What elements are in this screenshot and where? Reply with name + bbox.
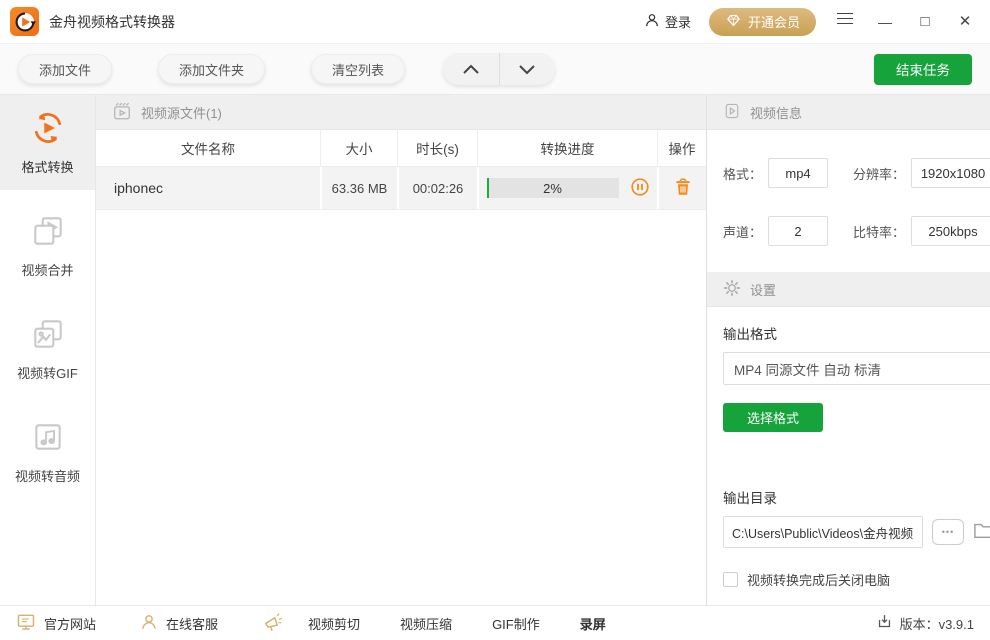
file-name: iphonec bbox=[96, 167, 320, 209]
channels-value: 2 bbox=[768, 216, 828, 246]
footer: 官方网站 在线客服 视频剪切 视频压缩 GIF制作 录屏 bbox=[0, 605, 990, 640]
sidebar-item-label: 视频转GIF bbox=[17, 363, 78, 382]
file-size: 63.36 MB bbox=[320, 167, 397, 209]
source-files-header: 视频源文件(1) bbox=[96, 95, 706, 130]
login-button[interactable]: 登录 bbox=[644, 12, 691, 31]
video-file-icon bbox=[723, 102, 741, 123]
trash-icon bbox=[673, 177, 693, 200]
gem-icon bbox=[725, 12, 742, 32]
download-icon bbox=[876, 613, 893, 633]
browse-button[interactable]: ••• bbox=[932, 519, 964, 545]
output-format-value[interactable]: MP4 同源文件 自动 标清 bbox=[723, 352, 990, 385]
output-dir-value[interactable]: C:\Users\Public\Videos\金舟视频 bbox=[723, 516, 923, 548]
online-service-link[interactable]: 在线客服 bbox=[140, 613, 218, 634]
format-label: 格式： bbox=[723, 164, 762, 183]
column-header-name: 文件名称 bbox=[96, 130, 320, 166]
version-label: 版本：v3.9.1 bbox=[900, 614, 974, 633]
video-to-gif-icon bbox=[30, 316, 66, 355]
app-identity: 金舟视频格式转换器 bbox=[10, 7, 175, 36]
app-logo-icon bbox=[10, 7, 39, 36]
column-header-duration: 时长(s) bbox=[397, 130, 477, 166]
bitrate-label: 比特率： bbox=[853, 222, 905, 241]
output-dir-row: C:\Users\Public\Videos\金舟视频 ••• bbox=[723, 516, 990, 548]
open-folder-button[interactable] bbox=[973, 520, 990, 545]
chevron-up-icon bbox=[462, 64, 480, 75]
sidebar-item-video-merge[interactable]: 视频合并 bbox=[0, 198, 95, 293]
column-header-progress: 转换进度 bbox=[477, 130, 657, 166]
vip-upgrade-button[interactable]: 开通会员 bbox=[709, 8, 816, 36]
output-format-label: 输出格式 bbox=[723, 323, 990, 343]
resolution-label: 分辨率： bbox=[853, 164, 905, 183]
settings-header: 设置 bbox=[707, 272, 990, 307]
minimize-button[interactable]: — bbox=[874, 11, 896, 33]
clear-list-button[interactable]: 清空列表 bbox=[311, 54, 405, 84]
footer-link-video-cut[interactable]: 视频剪切 bbox=[308, 614, 360, 633]
progress-percent: 2% bbox=[487, 178, 619, 198]
sidebar-item-label: 视频合并 bbox=[21, 260, 73, 279]
video-to-audio-icon bbox=[30, 419, 66, 458]
monitor-icon bbox=[16, 612, 36, 635]
shutdown-checkbox-label: 视频转换完成后关闭电脑 bbox=[747, 570, 890, 589]
titlebar-controls: 登录 开通会员 — □ ✕ bbox=[644, 8, 976, 36]
right-panel: 视频信息 格式： mp4 分辨率： 1920x1080 声道： bbox=[706, 95, 990, 605]
progress-cell: 2% bbox=[477, 167, 657, 209]
close-button[interactable]: ✕ bbox=[954, 11, 976, 33]
user-icon bbox=[644, 12, 660, 31]
choose-format-button[interactable]: 选择格式 bbox=[723, 403, 823, 432]
folder-icon bbox=[973, 520, 990, 540]
column-header-actions: 操作 bbox=[657, 130, 706, 166]
resolution-value: 1920x1080 bbox=[911, 158, 990, 188]
add-folder-button[interactable]: 添加文件夹 bbox=[158, 54, 265, 84]
promo-tools bbox=[262, 611, 284, 636]
maximize-button[interactable]: □ bbox=[914, 11, 936, 33]
reorder-control bbox=[443, 53, 555, 85]
clapperboard-icon bbox=[112, 101, 132, 124]
ellipsis-icon: ••• bbox=[942, 527, 954, 537]
sidebar-item-label: 视频转音频 bbox=[15, 466, 80, 485]
pause-button[interactable] bbox=[630, 177, 650, 200]
column-header-size: 大小 bbox=[320, 130, 397, 166]
settings-body: 输出格式 MP4 同源文件 自动 标清 选择格式 输出目录 C:\Users\P… bbox=[707, 307, 990, 605]
add-file-button[interactable]: 添加文件 bbox=[18, 54, 112, 84]
app-title: 金舟视频格式转换器 bbox=[49, 12, 175, 32]
shutdown-option[interactable]: 视频转换完成后关闭电脑 bbox=[723, 570, 990, 589]
file-list-panel: 视频源文件(1) 文件名称 大小 时长(s) 转换进度 操作 iphonec 6… bbox=[96, 95, 706, 605]
end-task-button[interactable]: 结束任务 bbox=[874, 54, 972, 85]
sidebar: 格式转换 视频合并 bbox=[0, 95, 96, 605]
move-up-button[interactable] bbox=[443, 53, 500, 85]
menu-icon[interactable] bbox=[834, 9, 856, 33]
footer-link-screen-record[interactable]: 录屏 bbox=[580, 614, 606, 633]
toolbar: 添加文件 添加文件夹 清空列表 结束任务 bbox=[0, 44, 990, 95]
chevron-down-icon bbox=[518, 64, 536, 75]
video-merge-icon bbox=[30, 213, 66, 252]
shutdown-checkbox[interactable] bbox=[723, 572, 738, 587]
video-info-header: 视频信息 bbox=[707, 95, 990, 130]
megaphone-icon bbox=[262, 611, 284, 636]
version-info[interactable]: 版本：v3.9.1 bbox=[876, 613, 974, 633]
file-list-empty-area bbox=[96, 210, 706, 605]
headset-person-icon bbox=[140, 613, 158, 634]
footer-link-gif-maker[interactable]: GIF制作 bbox=[492, 614, 540, 633]
channels-label: 声道： bbox=[723, 222, 762, 241]
gear-icon bbox=[723, 279, 741, 300]
move-down-button[interactable] bbox=[500, 53, 556, 85]
sidebar-item-format-convert[interactable]: 格式转换 bbox=[0, 95, 95, 190]
file-duration: 00:02:26 bbox=[397, 167, 477, 209]
format-convert-icon bbox=[30, 110, 66, 149]
table-header: 文件名称 大小 时长(s) 转换进度 操作 bbox=[96, 130, 706, 167]
format-value: mp4 bbox=[768, 158, 828, 188]
sidebar-item-video-to-audio[interactable]: 视频转音频 bbox=[0, 404, 95, 499]
footer-link-video-compress[interactable]: 视频压缩 bbox=[400, 614, 452, 633]
progress-bar: 2% bbox=[487, 178, 619, 198]
app-window: 金舟视频格式转换器 登录 开通会员 — □ bbox=[0, 0, 990, 640]
titlebar: 金舟视频格式转换器 登录 开通会员 — □ bbox=[0, 0, 990, 44]
official-site-link[interactable]: 官方网站 bbox=[16, 612, 96, 635]
sidebar-item-video-to-gif[interactable]: 视频转GIF bbox=[0, 301, 95, 396]
bitrate-value: 250kbps bbox=[911, 216, 990, 246]
output-dir-label: 输出目录 bbox=[723, 487, 990, 507]
table-row[interactable]: iphonec 63.36 MB 00:02:26 2% bbox=[96, 167, 706, 210]
sidebar-item-label: 格式转换 bbox=[21, 157, 73, 176]
delete-button[interactable] bbox=[657, 167, 706, 209]
video-info-grid: 格式： mp4 分辨率： 1920x1080 声道： 2 比特率： bbox=[707, 130, 990, 272]
